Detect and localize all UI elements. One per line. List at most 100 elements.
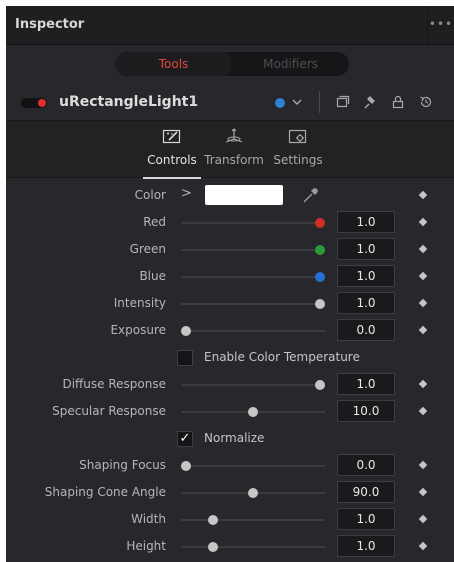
slider-knob[interactable] — [207, 542, 218, 552]
slider-knob[interactable] — [315, 218, 325, 228]
tab-settings-label: Settings — [273, 153, 323, 167]
slider-knob[interactable] — [181, 461, 191, 471]
slider-track[interactable] — [181, 222, 325, 224]
param-normalize: ✓ Normalize — [6, 426, 454, 452]
inspector-title: Inspector — [15, 17, 85, 32]
settings-icon — [288, 129, 307, 144]
keyframe-icon[interactable] — [418, 217, 428, 227]
value-field[interactable]: 1.0 — [337, 292, 395, 314]
keyframe-icon[interactable] — [418, 379, 428, 389]
keyframe-icon[interactable] — [418, 325, 428, 335]
param-label: Blue — [139, 269, 166, 283]
param-diffuse-response: Diffuse Response 1.0 — [6, 372, 454, 398]
normalize-checkbox[interactable]: ✓ — [177, 431, 193, 447]
param-shaping-focus: Shaping Focus 0.0 — [6, 453, 454, 479]
param-specular-response: Specular Response 10.0 — [6, 399, 454, 425]
param-width: Width 1.0 — [6, 507, 454, 533]
param-green: Green 1.0 — [6, 237, 454, 263]
slider-knob[interactable] — [248, 407, 258, 417]
param-color: Color > — [6, 183, 454, 209]
slider-knob[interactable] — [315, 272, 325, 282]
param-label: Intensity — [113, 296, 166, 310]
slider-knob[interactable] — [315, 380, 325, 390]
slider-track[interactable] — [181, 249, 325, 251]
param-blue: Blue 1.0 — [6, 264, 454, 290]
param-label: Specular Response — [52, 404, 166, 418]
slider-knob[interactable] — [207, 515, 218, 525]
lock-icon[interactable] — [390, 93, 406, 114]
tool-enable-toggle[interactable] — [21, 98, 47, 108]
slider-track[interactable] — [181, 330, 325, 332]
value-field[interactable]: 1.0 — [337, 535, 395, 557]
param-label: Green — [129, 242, 166, 256]
value-field[interactable]: 1.0 — [337, 238, 395, 260]
tool-header: uRectangleLight1 — [6, 88, 454, 118]
inspector-titlebar: Inspector ••• — [6, 6, 454, 45]
versions-icon[interactable] — [334, 93, 350, 114]
value-field[interactable]: 0.0 — [337, 319, 395, 341]
keyframe-icon[interactable] — [418, 487, 428, 497]
reset-icon[interactable] — [418, 93, 434, 114]
slider-track[interactable] — [181, 519, 325, 521]
value-field[interactable]: 1.0 — [337, 373, 395, 395]
param-label: Width — [131, 512, 166, 526]
keyframe-icon[interactable] — [418, 244, 428, 254]
param-label: Color — [134, 188, 166, 202]
transform-icon — [225, 128, 243, 143]
tab-transform-label: Transform — [204, 153, 264, 167]
value-field[interactable]: 1.0 — [337, 265, 395, 287]
param-exposure: Exposure 0.0 — [6, 318, 454, 344]
divider — [319, 91, 320, 113]
slider-track[interactable] — [181, 384, 325, 386]
slider-track[interactable] — [181, 546, 325, 548]
param-label: Shaping Focus — [79, 458, 166, 472]
keyframe-icon[interactable] — [418, 460, 428, 470]
slider-knob[interactable] — [248, 488, 258, 498]
keyframe-icon[interactable] — [418, 298, 428, 308]
param-label: Shaping Cone Angle — [44, 485, 166, 499]
value-field[interactable]: 1.0 — [337, 508, 395, 530]
slider-track[interactable] — [181, 276, 325, 278]
keyframe-icon[interactable] — [418, 514, 428, 524]
toggle-dot — [38, 99, 46, 107]
slider-knob[interactable] — [181, 326, 191, 336]
slider-knob[interactable] — [315, 245, 325, 255]
tab-modifiers[interactable]: Modifiers — [232, 52, 349, 76]
chevron-down-icon[interactable] — [291, 93, 303, 114]
keyframe-icon[interactable] — [418, 271, 428, 281]
checkbox-label: Normalize — [204, 431, 265, 445]
slider-knob[interactable] — [315, 299, 325, 309]
expand-chevron-icon[interactable]: > — [181, 186, 192, 201]
keyframe-icon[interactable] — [418, 541, 428, 551]
enable-color-temperature-checkbox[interactable] — [177, 350, 193, 366]
tab-settings[interactable]: Settings — [262, 127, 334, 167]
tool-name: uRectangleLight1 — [59, 94, 199, 110]
param-label: Diffuse Response — [62, 377, 166, 391]
more-options-icon[interactable]: ••• — [427, 6, 454, 44]
param-height: Height 1.0 — [6, 534, 454, 560]
controls-icon — [162, 129, 181, 144]
param-label: Exposure — [110, 323, 166, 337]
value-field[interactable]: 90.0 — [337, 481, 395, 503]
tab-transform[interactable]: Transform — [198, 127, 270, 167]
panel-tabs: Controls Transform Settings — [6, 120, 454, 179]
param-intensity: Intensity 1.0 — [6, 291, 454, 317]
param-label: Height — [126, 539, 166, 553]
value-field[interactable]: 10.0 — [337, 400, 395, 422]
param-red: Red 1.0 — [6, 210, 454, 236]
keyframe-icon[interactable] — [418, 406, 428, 416]
param-shaping-cone-angle: Shaping Cone Angle 90.0 — [6, 480, 454, 506]
checkbox-label: Enable Color Temperature — [204, 350, 360, 364]
keyframe-icon[interactable] — [418, 190, 428, 200]
value-field[interactable]: 1.0 — [337, 211, 395, 233]
color-swatch[interactable] — [205, 185, 283, 205]
param-label: Red — [143, 215, 166, 229]
color-tag-dot[interactable] — [275, 98, 285, 108]
pin-icon[interactable] — [362, 93, 378, 114]
slider-track[interactable] — [181, 465, 325, 467]
eyedropper-icon[interactable] — [300, 186, 320, 210]
tab-tools[interactable]: Tools — [115, 52, 232, 76]
slider-track[interactable] — [181, 303, 325, 305]
param-enable-color-temperature: Enable Color Temperature — [6, 345, 454, 371]
value-field[interactable]: 0.0 — [337, 454, 395, 476]
